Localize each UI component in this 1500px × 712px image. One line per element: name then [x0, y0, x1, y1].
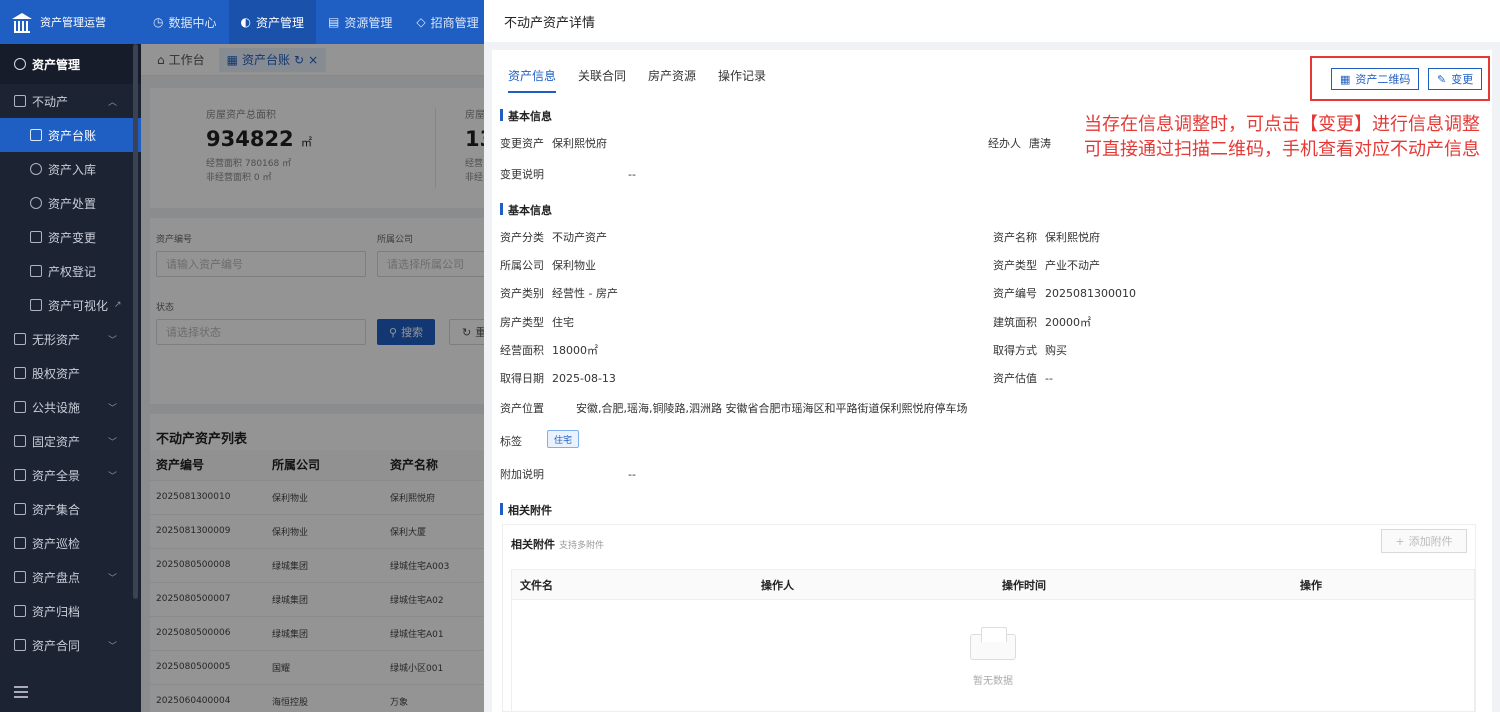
nav-resource-management[interactable]: ▤ 资源管理	[316, 0, 404, 44]
grid-icon	[14, 503, 26, 515]
building-icon: ▤	[328, 15, 340, 29]
sidebar-item-contracts[interactable]: 资产合同 ﹀	[0, 628, 141, 662]
sidebar-item-asset-change[interactable]: 资产变更	[0, 220, 141, 254]
modal-overlay[interactable]	[141, 44, 484, 712]
table-header: 文件名 操作人 操作时间 操作	[512, 570, 1474, 600]
clock-icon: ◷	[153, 15, 164, 29]
sidebar-item-asset-inbound[interactable]: 资产入库	[0, 152, 141, 186]
contract-icon	[14, 639, 26, 651]
asset-location: 资产位置 安徽,合肥,瑶海,铜陵路,泗洲路 安徽省合肥市瑶海区和平路街道保利熙悦府…	[500, 402, 968, 415]
archive-icon	[14, 605, 26, 617]
sidebar-item-asset-disposal[interactable]: 资产处置	[0, 186, 141, 220]
detail-tabs: 资产信息 关联合同 房产资源 操作记录	[508, 67, 766, 93]
facility-icon	[14, 401, 26, 413]
chevron-down-icon: ﹀	[107, 403, 117, 414]
sidebar-header: 资产管理	[0, 44, 141, 84]
sidebar-item-property-registration[interactable]: 产权登记	[0, 254, 141, 288]
chevron-down-icon: ﹀	[107, 335, 117, 346]
sidebar-item-fixed-assets[interactable]: 固定资产 ﹀	[0, 424, 141, 458]
sidebar-scrollbar[interactable]	[133, 44, 138, 599]
intangible-icon	[14, 333, 26, 345]
tab-property-resources[interactable]: 房产资源	[648, 67, 696, 93]
inspection-icon	[14, 537, 26, 549]
sidebar-item-public-facilities[interactable]: 公共设施 ﹀	[0, 390, 141, 424]
monitor-icon	[14, 435, 26, 447]
section-title: 相关附件	[500, 502, 552, 518]
empty-inbox-icon	[970, 627, 1016, 660]
asset-tag: 住宅	[547, 430, 580, 448]
disposal-icon	[30, 197, 42, 209]
nav-investment-management[interactable]: ◇ 招商管理	[404, 0, 490, 44]
chevron-down-icon: ﹀	[107, 573, 117, 584]
inbound-icon	[30, 163, 42, 175]
change-button[interactable]: ✎ 变更	[1428, 68, 1483, 90]
attachments-box: 相关附件 支持多附件 + 添加附件 文件名 操作人 操作时间 操作 暂无数据	[502, 524, 1476, 712]
column-header: 操作人	[761, 578, 794, 592]
plus-icon: +	[1395, 534, 1405, 548]
sidebar-item-real-estate[interactable]: 不动产 ︿	[0, 84, 141, 118]
sidebar-item-asset-ledger[interactable]: 资产台账	[0, 118, 141, 152]
drawer-title: 不动产资产详情	[484, 0, 1500, 42]
sidebar-item-asset-visualization[interactable]: 资产可视化 ↗	[0, 288, 141, 322]
sidebar-item-archive[interactable]: 资产归档	[0, 594, 141, 628]
equity-icon	[14, 367, 26, 379]
stocktaking-icon	[14, 571, 26, 583]
sidebar-item-equity[interactable]: 股权资产	[0, 356, 141, 390]
empty-state-text: 暂无数据	[973, 676, 1013, 687]
chart-icon	[30, 299, 42, 311]
sidebar: 资产管理 不动产 ︿ 资产台账 资产入库 资产处置 资产变更 产权登记 资产可视化…	[0, 44, 141, 712]
chevron-down-icon: ﹀	[107, 437, 117, 448]
change-icon	[30, 231, 42, 243]
column-header: 文件名	[520, 578, 553, 592]
nav-data-center[interactable]: ◷ 数据中心	[141, 0, 229, 44]
tab-operation-log[interactable]: 操作记录	[718, 67, 766, 93]
document-icon	[30, 265, 42, 277]
nav-asset-management[interactable]: ◐ 资产管理	[228, 0, 316, 44]
chevron-down-icon: ﹀	[107, 641, 117, 652]
asset-qrcode-button[interactable]: ▦ 资产二维码	[1331, 68, 1420, 90]
bank-icon	[12, 13, 32, 33]
sidebar-item-panorama[interactable]: 资产全景 ﹀	[0, 458, 141, 492]
diamond-icon: ◇	[416, 15, 426, 29]
drawer-body: 资产信息 关联合同 房产资源 操作记录 ▦ 资产二维码 ✎ 变更 当存在信息调整时，…	[492, 50, 1492, 712]
app-title: 资产管理运营	[40, 16, 106, 29]
chevron-up-icon: ︿	[107, 97, 117, 108]
tab-related-contracts[interactable]: 关联合同	[578, 67, 626, 93]
qrcode-icon: ▦	[1340, 72, 1351, 86]
app-logo[interactable]: 资产管理运营	[0, 0, 141, 44]
asset-icon: ◐	[240, 15, 251, 29]
main-content: ⌂ 工作台 ▦ 资产台账 ↻ × 房屋资产总面积 934822 ㎡ 经营面积 78016…	[141, 44, 484, 712]
add-attachment-button[interactable]: + 添加附件	[1381, 529, 1467, 553]
asset-icon	[14, 58, 26, 70]
column-header: 操作时间	[1002, 578, 1046, 592]
external-link-icon: ↗	[114, 300, 122, 310]
menu-collapse-icon[interactable]	[14, 686, 28, 698]
section-title: 基本信息	[500, 202, 552, 218]
attachments-table: 文件名 操作人 操作时间 操作 暂无数据	[511, 569, 1475, 712]
asset-detail-drawer: 不动产资产详情 资产信息 关联合同 房产资源 操作记录 ▦ 资产二维码 ✎ 变更 当…	[484, 0, 1500, 712]
grid-icon	[30, 129, 42, 141]
chevron-down-icon: ﹀	[107, 471, 117, 482]
annotation-text-qrcode: 可直接通过扫描二维码，手机查看对应不动产信息	[1084, 139, 1480, 160]
sidebar-item-intangible[interactable]: 无形资产 ﹀	[0, 322, 141, 356]
tab-asset-info[interactable]: 资产信息	[508, 67, 557, 93]
edit-icon: ✎	[1437, 72, 1447, 86]
panorama-icon	[14, 469, 26, 481]
column-header: 操作	[1300, 578, 1322, 592]
sidebar-item-stocktaking[interactable]: 资产盘点 ﹀	[0, 560, 141, 594]
building-icon	[14, 95, 26, 107]
sidebar-item-inspection[interactable]: 资产巡检	[0, 526, 141, 560]
annotation-text-change: 当存在信息调整时，可点击【变更】进行信息调整	[1084, 114, 1480, 135]
sidebar-item-collection[interactable]: 资产集合	[0, 492, 141, 526]
section-title: 基本信息	[500, 108, 552, 124]
